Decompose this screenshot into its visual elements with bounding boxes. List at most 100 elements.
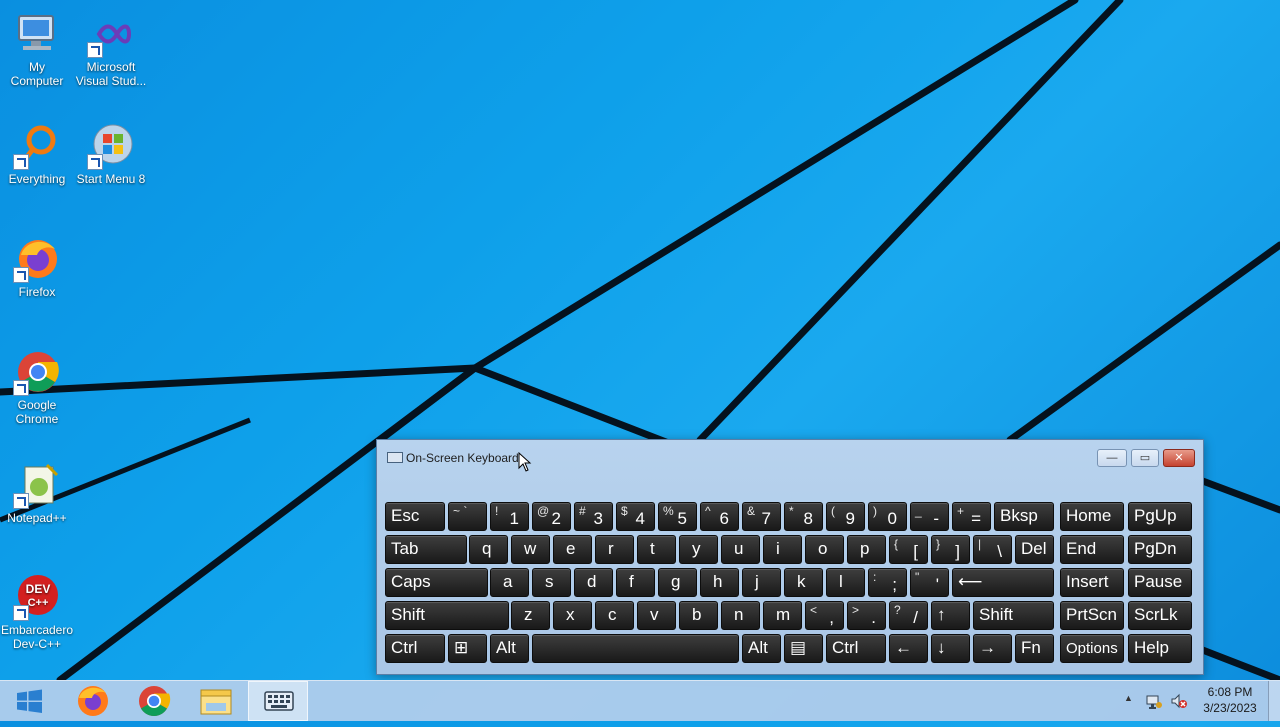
key-8[interactable]: * 8 [784, 502, 823, 531]
key-pgdn[interactable]: PgDn [1128, 535, 1192, 564]
close-button[interactable]: ✕ [1163, 449, 1195, 467]
key--[interactable]: ⊞ [448, 634, 487, 663]
key-pause[interactable]: Pause [1128, 568, 1192, 597]
taskbar-firefox[interactable] [62, 681, 122, 721]
key-bksp[interactable]: Bksp [994, 502, 1054, 531]
key-l[interactable]: l [826, 568, 865, 597]
key-m[interactable]: m [763, 601, 802, 630]
key-f[interactable]: f [616, 568, 655, 597]
key-p[interactable]: p [847, 535, 886, 564]
key--[interactable]: " ' [910, 568, 949, 597]
key-7[interactable]: & 7 [742, 502, 781, 531]
key-x[interactable]: x [553, 601, 592, 630]
key-scrlk[interactable]: ScrLk [1128, 601, 1192, 630]
volume-muted-icon[interactable] [1170, 692, 1188, 710]
key--[interactable]: ? / [889, 601, 928, 630]
maximize-button[interactable]: ▭ [1131, 449, 1159, 467]
key-del[interactable]: Del [1015, 535, 1054, 564]
key-ctrl[interactable]: Ctrl [826, 634, 886, 663]
key-e[interactable]: e [553, 535, 592, 564]
key-caps[interactable]: Caps [385, 568, 488, 597]
key--[interactable]: ▤ [784, 634, 823, 663]
key-space[interactable] [532, 634, 739, 663]
key-alt[interactable]: Alt [490, 634, 529, 663]
key-u[interactable]: u [721, 535, 760, 564]
key-insert[interactable]: Insert [1060, 568, 1124, 597]
key-prtscn[interactable]: PrtScn [1060, 601, 1124, 630]
key-options[interactable]: Options [1060, 634, 1124, 663]
desktop-icon-notepad-plus-plus[interactable]: Notepad++ [0, 461, 74, 525]
key--[interactable]: ↓ [931, 634, 970, 663]
key--[interactable]: _ - [910, 502, 949, 531]
key-t[interactable]: t [637, 535, 676, 564]
taskbar-file-explorer[interactable] [186, 681, 246, 721]
key-tab[interactable]: Tab [385, 535, 467, 564]
key-i[interactable]: i [763, 535, 802, 564]
key-q[interactable]: q [469, 535, 508, 564]
key-fn[interactable]: Fn [1015, 634, 1054, 663]
key--[interactable]: ⟵ [952, 568, 1054, 597]
key-help[interactable]: Help [1128, 634, 1192, 663]
key-b[interactable]: b [679, 601, 718, 630]
key--[interactable]: {[ [889, 535, 928, 564]
key-g[interactable]: g [658, 568, 697, 597]
desktop-icon-my-computer[interactable]: My Computer [0, 10, 74, 88]
show-hidden-icons-button[interactable]: ▲ [1124, 693, 1133, 703]
key-z[interactable]: z [511, 601, 550, 630]
key-s[interactable]: s [532, 568, 571, 597]
key-ctrl[interactable]: Ctrl [385, 634, 445, 663]
key-alt[interactable]: Alt [742, 634, 781, 663]
key--[interactable]: → [973, 634, 1012, 663]
minimize-button[interactable]: — [1097, 449, 1127, 467]
key-9[interactable]: (9 [826, 502, 865, 531]
key-h[interactable]: h [700, 568, 739, 597]
key-esc[interactable]: Esc [385, 502, 445, 531]
key-d[interactable]: d [574, 568, 613, 597]
key-1[interactable]: ! 1 [490, 502, 529, 531]
key-home[interactable]: Home [1060, 502, 1124, 531]
key-4[interactable]: $4 [616, 502, 655, 531]
desktop-icon-google-chrome[interactable]: Google Chrome [0, 348, 74, 426]
key--[interactable]: }] [931, 535, 970, 564]
desktop-icon-dev-cpp[interactable]: DEV C++ Embarcadero Dev-C++ [0, 573, 74, 651]
key-3[interactable]: #3 [574, 502, 613, 531]
key-j[interactable]: j [742, 568, 781, 597]
key--[interactable]: ↑ [931, 601, 970, 630]
key-shift[interactable]: Shift [385, 601, 509, 630]
key--[interactable]: >. [847, 601, 886, 630]
key-2[interactable]: @2 [532, 502, 571, 531]
key--[interactable]: ~ ` [448, 502, 487, 531]
start-button[interactable] [0, 681, 60, 721]
key--[interactable]: + = [952, 502, 991, 531]
key-shift[interactable]: Shift [973, 601, 1054, 630]
key-a[interactable]: a [490, 568, 529, 597]
desktop-icon-everything[interactable]: Everything [0, 122, 74, 186]
key-end[interactable]: End [1060, 535, 1124, 564]
network-icon[interactable] [1145, 692, 1163, 710]
desktop-icon-visual-studio[interactable]: Microsoft Visual Stud... [74, 10, 148, 88]
desktop-icon-start-menu-8[interactable]: Start Menu 8 [74, 122, 148, 186]
taskbar-clock[interactable]: 6:08 PM 3/23/2023 [1195, 684, 1265, 716]
key-w[interactable]: w [511, 535, 550, 564]
key-pgup[interactable]: PgUp [1128, 502, 1192, 531]
key-n[interactable]: n [721, 601, 760, 630]
key--[interactable]: <, [805, 601, 844, 630]
key-r[interactable]: r [595, 535, 634, 564]
on-screen-keyboard-window[interactable]: On-Screen Keyboard — ▭ ✕ Esc ~ `! 1 @2 #3 $4%… [376, 439, 1204, 675]
key-5[interactable]: % 5 [658, 502, 697, 531]
key-c[interactable]: c [595, 601, 634, 630]
key--[interactable]: :; [868, 568, 907, 597]
key-0[interactable]: ) 0 [868, 502, 907, 531]
key-y[interactable]: y [679, 535, 718, 564]
taskbar-chrome[interactable] [124, 681, 184, 721]
key--[interactable]: | \ [973, 535, 1012, 564]
show-desktop-button[interactable] [1268, 681, 1280, 721]
key-k[interactable]: k [784, 568, 823, 597]
key-v[interactable]: v [637, 601, 676, 630]
title-bar[interactable]: On-Screen Keyboard — ▭ ✕ [377, 440, 1203, 470]
taskbar-on-screen-keyboard[interactable] [248, 681, 308, 721]
desktop-icon-firefox[interactable]: Firefox [0, 235, 74, 299]
key--[interactable]: ← [889, 634, 928, 663]
key-o[interactable]: o [805, 535, 844, 564]
key-6[interactable]: ^ 6 [700, 502, 739, 531]
